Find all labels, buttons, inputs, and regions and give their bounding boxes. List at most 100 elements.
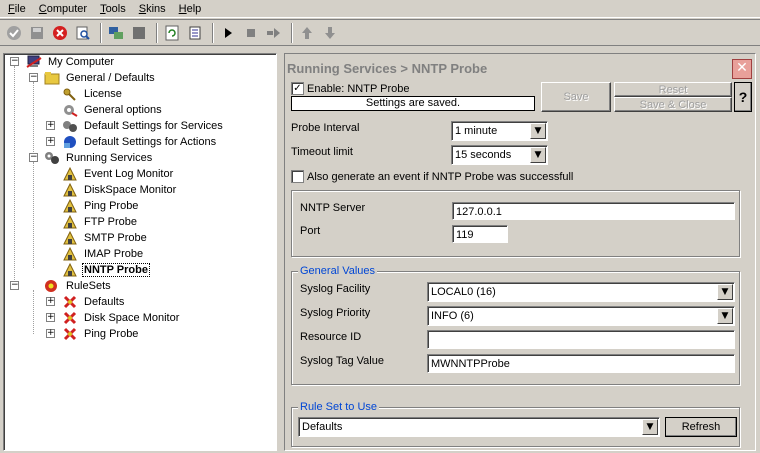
search-icon[interactable] [73, 23, 93, 43]
menu-help[interactable]: Help [173, 2, 209, 16]
chevron-down-icon[interactable]: ▼ [717, 284, 733, 300]
tree-item-diskspace[interactable]: DiskSpace Monitor [62, 182, 178, 198]
panel-title: Running Services > NNTP Probe [287, 61, 488, 76]
expand-icon[interactable]: + [46, 329, 55, 338]
menu-tools[interactable]: Tools [94, 2, 133, 16]
tree-line [33, 162, 34, 268]
probe-icon [62, 230, 78, 245]
port-input[interactable]: 119 [452, 225, 508, 243]
check-icon[interactable] [4, 23, 24, 43]
expand-icon[interactable]: + [46, 137, 55, 146]
toolbar-separator [212, 22, 214, 43]
menu-file[interactable]: File [2, 2, 33, 16]
actions-icon [62, 135, 78, 149]
menu-bar: File Computer Tools Skins Help [0, 0, 760, 18]
tree-item-rs-ping[interactable]: + Ping Probe [46, 326, 140, 342]
menu-computer[interactable]: Computer [33, 2, 94, 16]
collapse-icon[interactable]: − [10, 57, 19, 66]
ruleset-icon [44, 279, 60, 293]
tree-item-default-services[interactable]: + Default Settings for Services [46, 118, 225, 134]
tree-item-default-actions[interactable]: + Default Settings for Actions [46, 134, 218, 150]
tree-item-event-log[interactable]: Event Log Monitor [62, 166, 175, 182]
gears-icon [62, 119, 78, 133]
menu-skins[interactable]: Skins [133, 2, 173, 16]
refresh-button[interactable]: Refresh [665, 417, 737, 437]
chevron-down-icon[interactable]: ▼ [530, 123, 546, 139]
expand-icon[interactable]: + [46, 313, 55, 322]
tree-item-ftp[interactable]: FTP Probe [62, 214, 139, 230]
help-button[interactable]: ? [734, 82, 752, 112]
reset-button[interactable]: Reset [614, 82, 732, 97]
general-values-title: General Values [298, 265, 378, 277]
probe-interval-label: Probe Interval [291, 122, 360, 134]
toolbar [0, 19, 760, 46]
enable-row: ✓ Enable: NNTP Probe [291, 82, 410, 95]
folder-icon [44, 71, 60, 85]
server-group: NNTP Server 127.0.0.1 Port 119 [291, 190, 740, 257]
refresh-icon[interactable] [162, 23, 182, 43]
tree-item-nntp[interactable]: NNTP Probe [62, 262, 150, 278]
enable-checkbox[interactable]: ✓ [291, 82, 304, 95]
tag-label: Syslog Tag Value [300, 355, 384, 367]
gear-icon [62, 103, 78, 117]
close-button[interactable]: ✕ [732, 59, 752, 79]
probe-icon [62, 246, 78, 261]
tree-item-rulesets[interactable]: − RuleSets [8, 278, 113, 294]
tree-item-ping[interactable]: Ping Probe [62, 198, 140, 214]
play-icon[interactable] [218, 23, 238, 43]
config-icon[interactable] [185, 23, 205, 43]
also-event-label: Also generate an event if NNTP Probe was… [307, 170, 574, 183]
expand-icon[interactable]: + [46, 121, 55, 130]
collapse-icon[interactable]: − [10, 281, 19, 290]
window-icon[interactable] [129, 23, 149, 43]
tree-item-rs-disk[interactable]: + Disk Space Monitor [46, 310, 181, 326]
priority-select[interactable]: INFO (6) ▼ [427, 306, 735, 326]
tree-item-rs-defaults[interactable]: + Defaults [46, 294, 126, 310]
probe-icon [62, 214, 78, 229]
stop-square-icon[interactable] [241, 23, 261, 43]
probe-icon [62, 166, 78, 181]
toolbar-separator [291, 22, 293, 43]
chevron-down-icon[interactable]: ▼ [530, 147, 546, 163]
toolbar-separator [156, 22, 158, 43]
probe-icon [62, 198, 78, 213]
arrow-down-icon[interactable] [320, 23, 340, 43]
expand-icon[interactable]: + [46, 297, 55, 306]
resource-input[interactable] [427, 330, 735, 349]
save-icon[interactable] [27, 23, 47, 43]
step-icon[interactable] [264, 23, 284, 43]
tree-line [33, 290, 34, 334]
chevron-down-icon[interactable]: ▼ [717, 308, 733, 324]
tree-item-general-options[interactable]: General options [62, 102, 164, 118]
probe-interval-select[interactable]: 1 minute ▼ [451, 121, 548, 141]
tree-item-smtp[interactable]: SMTP Probe [62, 230, 149, 246]
save-close-button[interactable]: Save & Close [614, 97, 732, 112]
collapse-icon[interactable]: − [29, 73, 38, 82]
tree-item-running-services[interactable]: − Running Services [8, 150, 154, 166]
collapse-icon[interactable]: − [29, 153, 38, 162]
navigation-tree[interactable]: − My Computer − General / Defaults Licen… [3, 53, 277, 451]
panel-title-bar: Running Services > NNTP Probe ✕ [286, 56, 754, 80]
stop-icon[interactable] [50, 23, 70, 43]
settings-panel: Running Services > NNTP Probe ✕ ✓ Enable… [284, 53, 756, 451]
save-button[interactable]: Save [541, 82, 611, 112]
also-event-checkbox[interactable] [291, 170, 304, 183]
rule-icon [62, 295, 78, 309]
tree-item-my-computer[interactable]: − My Computer [8, 54, 116, 70]
ruleset-group: Rule Set to Use Defaults ▼ Refresh [291, 401, 740, 447]
resource-label: Resource ID [300, 331, 362, 343]
tree-item-general-defaults[interactable]: − General / Defaults [8, 70, 157, 86]
tree-item-imap[interactable]: IMAP Probe [62, 246, 145, 262]
timeout-select[interactable]: 15 seconds ▼ [451, 145, 548, 165]
rule-icon [62, 327, 78, 341]
tag-input[interactable]: MWNNTPProbe [427, 354, 735, 373]
pane-splitter[interactable] [278, 53, 283, 451]
arrow-up-icon[interactable] [297, 23, 317, 43]
network-icon[interactable] [106, 23, 126, 43]
tree-item-license[interactable]: License [62, 86, 124, 102]
ruleset-select[interactable]: Defaults ▼ [298, 417, 660, 437]
server-input[interactable]: 127.0.0.1 [452, 202, 735, 220]
facility-label: Syslog Facility [300, 283, 371, 295]
facility-select[interactable]: LOCAL0 (16) ▼ [427, 282, 735, 302]
chevron-down-icon[interactable]: ▼ [642, 419, 658, 435]
